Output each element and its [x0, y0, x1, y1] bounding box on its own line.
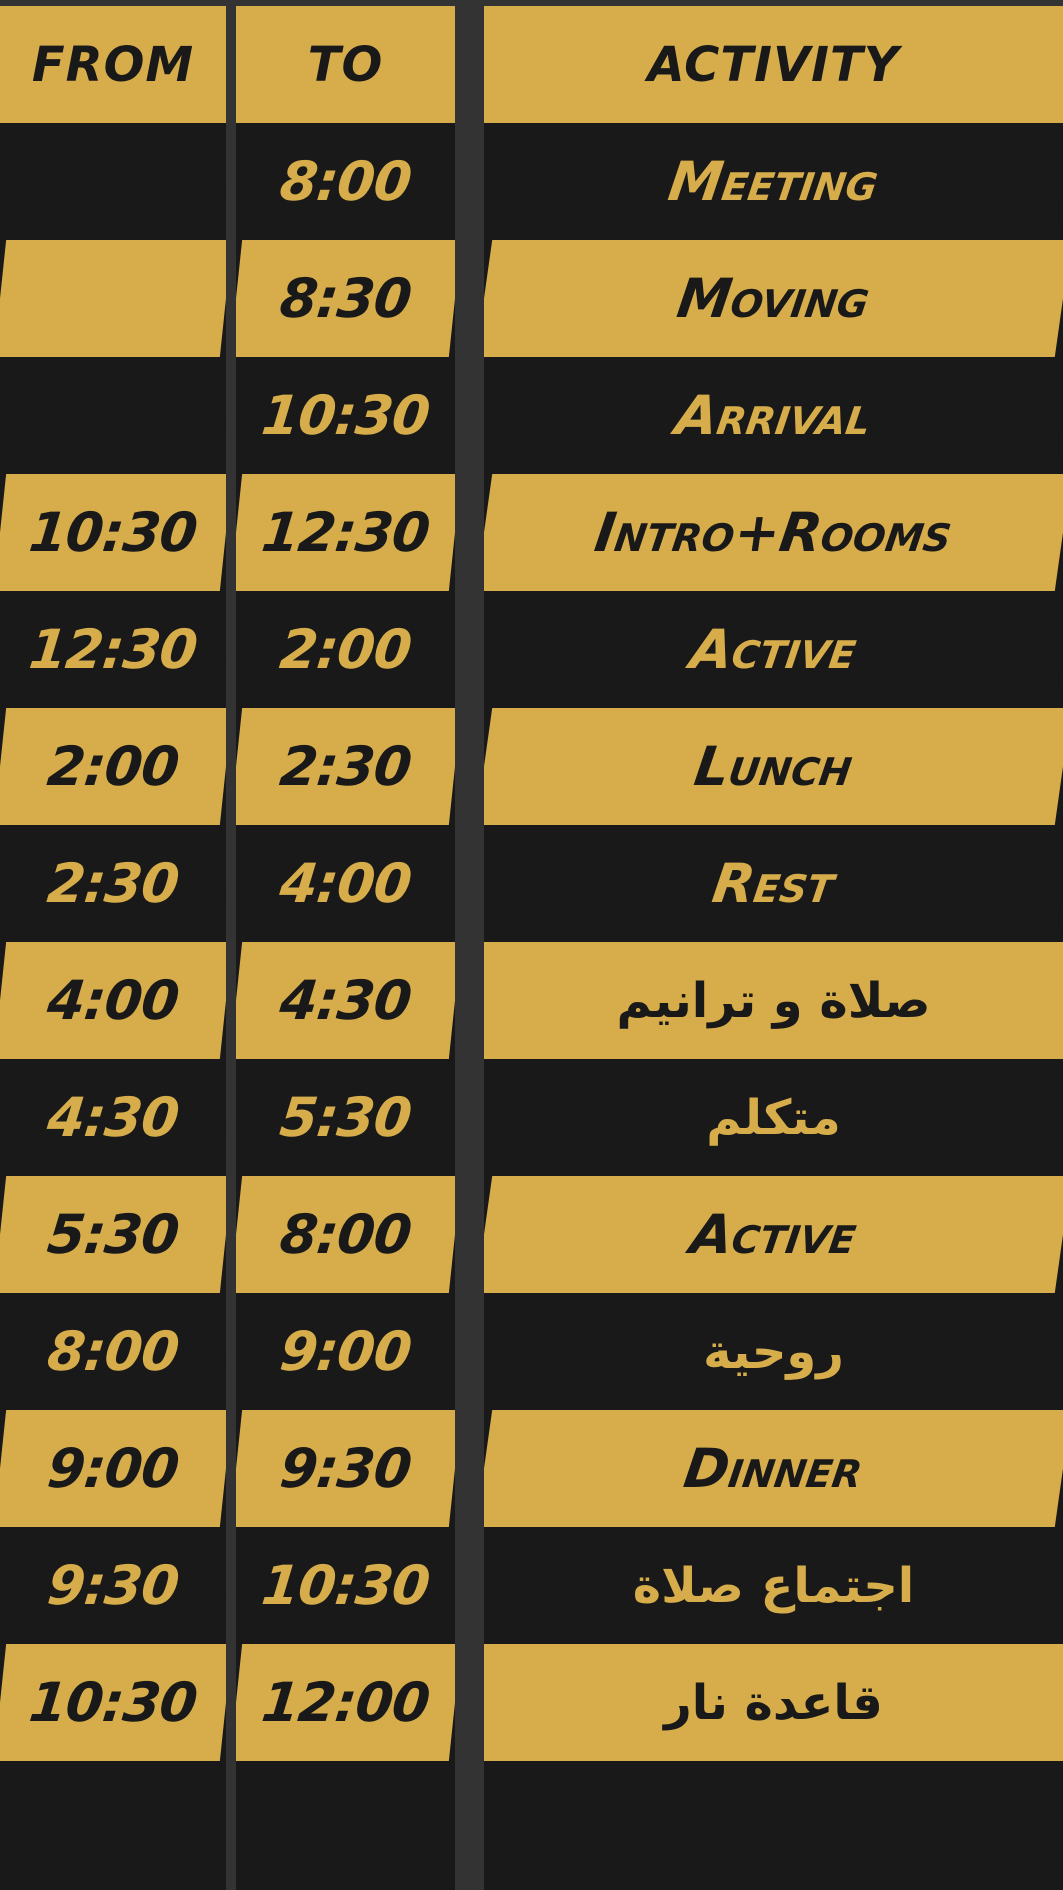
activity-cell: متكلم: [484, 1059, 1063, 1176]
activity-cell: Active: [484, 591, 1063, 708]
to-cell: 4:30: [236, 942, 455, 1059]
from-cell: 12:30: [0, 591, 226, 708]
from-cell: 2:30: [0, 825, 226, 942]
from-cell: 10:30: [0, 474, 226, 591]
to-cell: 4:00: [236, 825, 455, 942]
to-cell: 12:00: [236, 1644, 455, 1761]
from-cell: 2:00: [0, 708, 226, 825]
to-cell: 12:30: [236, 474, 455, 591]
activity-cell: Arrival: [484, 357, 1063, 474]
from-cell: 10:30: [0, 1644, 226, 1761]
activity-cell: Rest: [484, 825, 1063, 942]
activity-cell: Lunch: [484, 708, 1063, 825]
from-cell: [0, 240, 226, 357]
activity-cell: Dinner: [484, 1410, 1063, 1527]
to-cell: 9:30: [236, 1410, 455, 1527]
activity-cell: Intro+Rooms: [484, 474, 1063, 591]
to-header: TO: [236, 6, 455, 123]
from-cell: 8:00: [0, 1293, 226, 1410]
to-cell: 8:30: [236, 240, 455, 357]
to-cell: 8:00: [236, 123, 455, 240]
activity-header: ACTIVITY: [484, 6, 1063, 123]
to-cell: 10:30: [236, 1527, 455, 1644]
activity-cell: Active: [484, 1176, 1063, 1293]
from-cell: 5:30: [0, 1176, 226, 1293]
activity-cell: صلاة و ترانيم: [484, 942, 1063, 1059]
activity-column: ACTIVITY Meeting Moving Arrival Intro+Ro…: [484, 6, 1063, 1890]
activity-cell: روحية: [484, 1293, 1063, 1410]
to-cell: 2:00: [236, 591, 455, 708]
to-cell: 2:30: [236, 708, 455, 825]
from-column: FROM 10:30 12:30 2:00 2:30 4:00 4:30 5:3…: [0, 6, 226, 1890]
from-cell: [0, 123, 226, 240]
activity-cell: Moving: [484, 240, 1063, 357]
activity-cell: Meeting: [484, 123, 1063, 240]
from-cell: 9:30: [0, 1527, 226, 1644]
to-cell: 9:00: [236, 1293, 455, 1410]
from-cell: [0, 357, 226, 474]
to-cell: 5:30: [236, 1059, 455, 1176]
activity-cell: اجتماع صلاة: [484, 1527, 1063, 1644]
to-column: TO 8:00 8:30 10:30 12:30 2:00 2:30 4:00 …: [236, 6, 455, 1890]
to-cell: 10:30: [236, 357, 455, 474]
from-cell: 4:00: [0, 942, 226, 1059]
from-cell: 4:30: [0, 1059, 226, 1176]
activity-cell: قاعدة نار: [484, 1644, 1063, 1761]
from-header: FROM: [0, 6, 226, 123]
from-cell: 9:00: [0, 1410, 226, 1527]
to-cell: 8:00: [236, 1176, 455, 1293]
